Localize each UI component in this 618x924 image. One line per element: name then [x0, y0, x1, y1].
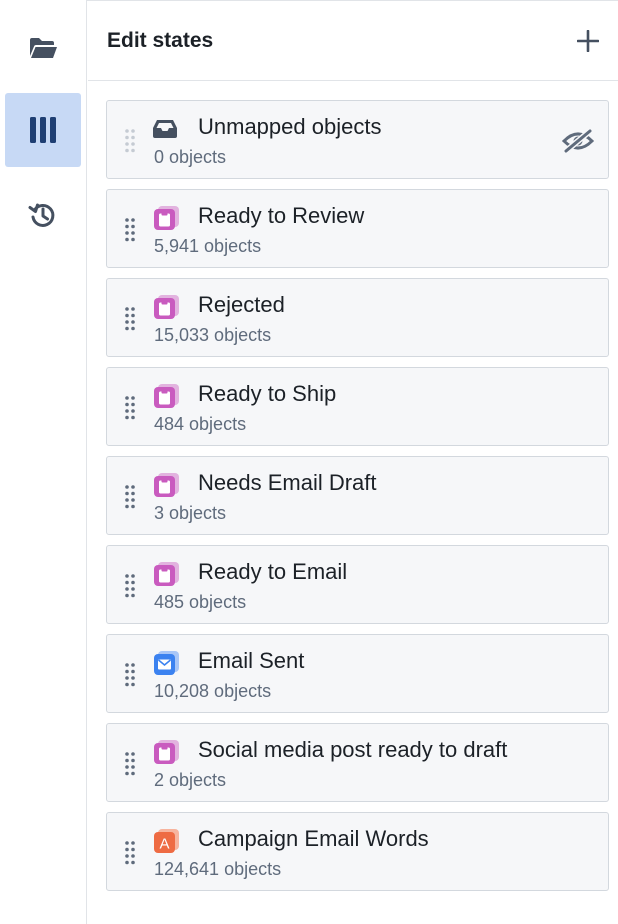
state-count: 484 objects: [154, 414, 247, 434]
state-count: 3 objects: [154, 503, 227, 523]
state-count: 0 objects: [154, 147, 227, 167]
columns-icon: [30, 117, 56, 143]
panel-header: Edit states: [88, 1, 618, 81]
drag-handle-icon[interactable]: [123, 840, 137, 866]
state-count: 10,208 objects: [154, 681, 272, 701]
folder-icon: [30, 38, 57, 58]
state-card[interactable]: Rejected 15,033 objects: [106, 278, 609, 357]
state-count: 5,941 objects: [154, 236, 262, 256]
page-title: Edit states: [107, 29, 214, 52]
rail-columns-button[interactable]: [5, 93, 81, 167]
state-name: Campaign Email Words: [198, 826, 429, 851]
state-name: Unmapped objects: [198, 114, 382, 139]
state-name: Ready to Ship: [198, 381, 337, 406]
rail-history-button[interactable]: [5, 178, 81, 252]
state-count: 15,033 objects: [154, 325, 272, 345]
state-name: Ready to Email: [198, 559, 348, 584]
state-card[interactable]: Email Sent 10,208 objects: [106, 634, 609, 713]
history-icon: [28, 203, 55, 227]
state-card[interactable]: Unmapped objects 0 objects: [106, 100, 609, 179]
clipboard-icon: [154, 562, 179, 586]
left-rail: [0, 0, 87, 924]
drag-handle-icon[interactable]: [123, 573, 137, 599]
state-name: Ready to Review: [198, 203, 365, 228]
state-card[interactable]: Ready to Email 485 objects: [106, 545, 609, 624]
state-name: Social media post ready to draft: [198, 737, 508, 762]
state-name: Email Sent: [198, 648, 305, 673]
state-name: Needs Email Draft: [198, 470, 377, 495]
rail-folder-button[interactable]: [5, 11, 81, 85]
envelope-icon: [154, 651, 179, 675]
clipboard-icon: [154, 473, 179, 497]
eye-off-icon[interactable]: [562, 129, 594, 153]
drag-handle-icon[interactable]: [123, 751, 137, 777]
state-name: Rejected: [198, 292, 285, 317]
add-state-button[interactable]: [576, 29, 600, 53]
state-card[interactable]: Needs Email Draft 3 objects: [106, 456, 609, 535]
state-count: 485 objects: [154, 592, 247, 612]
state-card[interactable]: Ready to Ship 484 objects: [106, 367, 609, 446]
drag-handle-icon[interactable]: [123, 128, 137, 154]
clipboard-icon: [154, 740, 179, 764]
drag-handle-icon[interactable]: [123, 662, 137, 688]
plus-icon: [577, 30, 599, 52]
clipboard-icon: [154, 295, 179, 319]
drag-handle-icon[interactable]: [123, 484, 137, 510]
drag-handle-icon[interactable]: [123, 395, 137, 421]
state-card[interactable]: Ready to Review 5,941 objects: [106, 189, 609, 268]
state-list: Unmapped objects 0 objects Ready to Review…: [106, 100, 609, 901]
state-card[interactable]: Social media post ready to draft 2 object…: [106, 723, 609, 802]
state-count: 124,641 objects: [154, 859, 282, 879]
state-count: 2 objects: [154, 770, 227, 790]
drag-handle-icon[interactable]: [123, 217, 137, 243]
state-card[interactable]: A Campaign Email Words 124,641 objects: [106, 812, 609, 891]
inbox-icon: [153, 120, 177, 138]
drag-handle-icon[interactable]: [123, 306, 137, 332]
svg-text:A: A: [159, 836, 169, 853]
clipboard-icon: [154, 206, 179, 230]
letter-a-icon: A: [154, 829, 179, 853]
clipboard-icon: [154, 384, 179, 408]
